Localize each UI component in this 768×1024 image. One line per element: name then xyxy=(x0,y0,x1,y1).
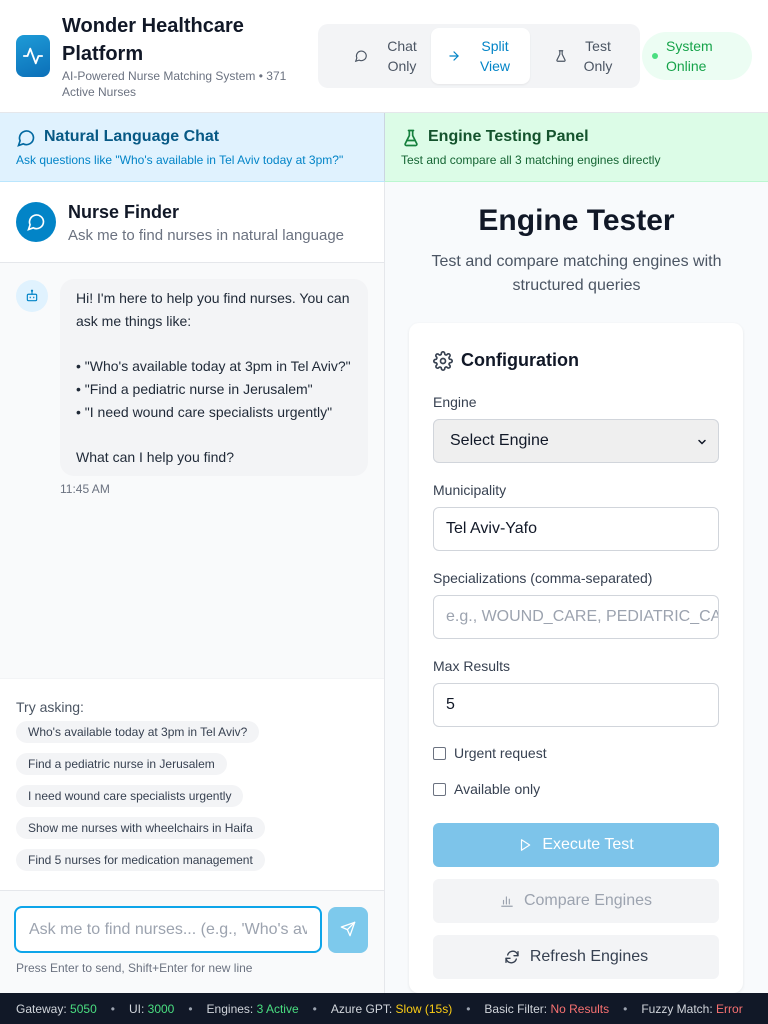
message-line: ask me things like: xyxy=(76,313,192,329)
urgent-label: Urgent request xyxy=(454,745,547,761)
compare-engines-button[interactable]: Compare Engines xyxy=(433,879,719,923)
test-panel-header: Engine Testing Panel Test and compare al… xyxy=(385,113,768,182)
municipality-label: Municipality xyxy=(433,482,507,498)
send-icon xyxy=(340,921,356,940)
message-circle-icon xyxy=(16,202,56,242)
test-panel-title: Engine Testing Panel xyxy=(428,128,589,145)
test-panel: Engine Tester Test and compare matching … xyxy=(385,182,768,993)
bot-message: Hi! I'm here to help you find nurses. Yo… xyxy=(60,279,368,476)
max-results-input[interactable]: 5 xyxy=(433,683,719,727)
engine-label: Engine xyxy=(433,394,477,410)
urgent-checkbox[interactable] xyxy=(433,746,446,760)
play-icon xyxy=(518,838,532,852)
gear-icon xyxy=(433,350,453,371)
split-view-button[interactable]: Split View xyxy=(431,28,530,84)
message-line: • "Who's available today at 3pm in Tel A… xyxy=(76,358,351,374)
ui-value: 3000 xyxy=(147,1001,175,1016)
compare-engines-label: Compare Engines xyxy=(523,892,653,909)
engine-select-value: Select Engine xyxy=(450,432,549,449)
fuzzy-match-value: Error xyxy=(716,1001,743,1016)
chat-panel-header: Natural Language Chat Ask questions like… xyxy=(0,113,385,182)
configuration-card: Configuration Engine Select Engine Munic… xyxy=(409,323,743,993)
system-status-badge: System Online xyxy=(642,32,752,80)
app-subtitle: AI-Powered Nurse Matching System • 371 A… xyxy=(62,69,287,99)
chat-panel: Nurse Finder Ask me to find nurses in na… xyxy=(0,182,385,993)
urgent-checkbox-row[interactable]: Urgent request xyxy=(433,745,547,761)
gateway-label: Gateway: xyxy=(16,1001,67,1016)
execute-test-label: Execute Test xyxy=(542,836,634,853)
test-panel-subtitle: Test and compare all 3 matching engines … xyxy=(401,153,661,167)
suggestions-area: Try asking: Who's available today at 3pm… xyxy=(0,678,384,891)
configuration-header: Configuration xyxy=(433,350,579,371)
flask-icon xyxy=(401,128,421,148)
test-only-button[interactable]: Test Only xyxy=(538,28,634,84)
message-line: What can I help you find? xyxy=(76,449,234,465)
status-dot xyxy=(652,53,658,59)
message-line: Hi! I'm here to help you find nurses. Yo… xyxy=(76,290,350,306)
suggestion-chip[interactable]: I need wound care specialists urgently xyxy=(16,785,244,807)
chevron-down-icon xyxy=(696,436,708,448)
app-title: Wonder Healthcare Platform xyxy=(62,15,244,65)
basic-filter-label: Basic Filter: xyxy=(484,1001,548,1016)
specializations-input[interactable]: e.g., WOUND_CARE, PEDIATRIC_CARE xyxy=(433,595,719,639)
suggestion-chip[interactable]: Find a pediatric nurse in Jerusalem xyxy=(16,753,227,775)
azure-label: Azure GPT: xyxy=(330,1001,393,1016)
gateway-value: 5050 xyxy=(70,1001,97,1016)
message-timestamp: 11:45 AM xyxy=(60,482,110,496)
azure-value: Slow (15s) xyxy=(395,1001,453,1016)
nurse-finder-title: Nurse Finder xyxy=(68,202,180,222)
flask-icon xyxy=(554,49,568,63)
arrow-right-icon xyxy=(447,49,461,63)
bot-icon xyxy=(16,280,48,312)
chat-panel-subtitle: Ask questions like "Who's available in T… xyxy=(16,153,344,167)
engine-tester-subtitle: Test and compare matching engines with s… xyxy=(431,253,722,294)
chat-only-label: Chat Only xyxy=(387,38,417,74)
municipality-input[interactable]: Tel Aviv-Yafo xyxy=(433,507,719,551)
status-footer: Gateway: 5050 • UI: 3000 • Engines: 3 Ac… xyxy=(0,993,768,1024)
refresh-icon xyxy=(504,949,520,965)
test-only-label: Test Only xyxy=(583,38,613,74)
nurse-finder-header: Nurse Finder Ask me to find nurses in na… xyxy=(0,182,384,263)
bar-chart-icon xyxy=(500,894,514,908)
message-circle-icon xyxy=(16,128,36,148)
engine-tester-title: Engine Tester xyxy=(478,204,675,237)
specializations-label: Specializations (comma-separated) xyxy=(433,570,653,586)
system-status-label: System Online xyxy=(666,38,713,74)
configuration-title: Configuration xyxy=(461,350,579,370)
try-asking-label: Try asking: xyxy=(16,699,84,715)
available-checkbox-row[interactable]: Available only xyxy=(433,781,540,797)
suggestion-chip[interactable]: Who's available today at 3pm in Tel Aviv… xyxy=(16,721,260,743)
fuzzy-match-label: Fuzzy Match: xyxy=(641,1001,713,1016)
ui-label: UI: xyxy=(128,1001,145,1016)
available-checkbox[interactable] xyxy=(433,782,446,796)
app-header: Wonder Healthcare Platform AI-Powered Nu… xyxy=(0,0,768,113)
basic-filter-value: No Results xyxy=(550,1001,610,1016)
message-line: • "I need wound care specialists urgentl… xyxy=(76,404,333,420)
input-hint: Press Enter to send, Shift+Enter for new… xyxy=(16,961,253,975)
execute-test-button[interactable]: Execute Test xyxy=(433,823,719,867)
engines-label: Engines: xyxy=(206,1001,254,1016)
max-results-label: Max Results xyxy=(433,658,511,674)
refresh-engines-button[interactable]: Refresh Engines xyxy=(433,935,719,979)
nurse-finder-subtitle: Ask me to find nurses in natural languag… xyxy=(68,227,344,244)
view-switch: Chat Only Split View Test Only xyxy=(318,24,640,88)
chat-input[interactable] xyxy=(14,906,322,953)
send-button[interactable] xyxy=(328,907,368,953)
message-line: • "Find a pediatric nurse in Jerusalem" xyxy=(76,381,313,397)
message-circle-icon xyxy=(354,49,368,63)
split-view-label: Split View xyxy=(479,38,511,74)
engine-select[interactable]: Select Engine xyxy=(433,419,719,463)
chat-only-button[interactable]: Chat Only xyxy=(334,28,430,84)
engines-value: 3 Active xyxy=(256,1001,299,1016)
suggestion-chip[interactable]: Show me nurses with wheelchairs in Haifa xyxy=(16,817,265,839)
activity-pulse-icon xyxy=(16,35,50,77)
suggestion-chip[interactable]: Find 5 nurses for medication management xyxy=(16,849,265,871)
chat-panel-title: Natural Language Chat xyxy=(44,128,220,145)
available-label: Available only xyxy=(454,781,541,797)
refresh-engines-label: Refresh Engines xyxy=(529,948,649,965)
